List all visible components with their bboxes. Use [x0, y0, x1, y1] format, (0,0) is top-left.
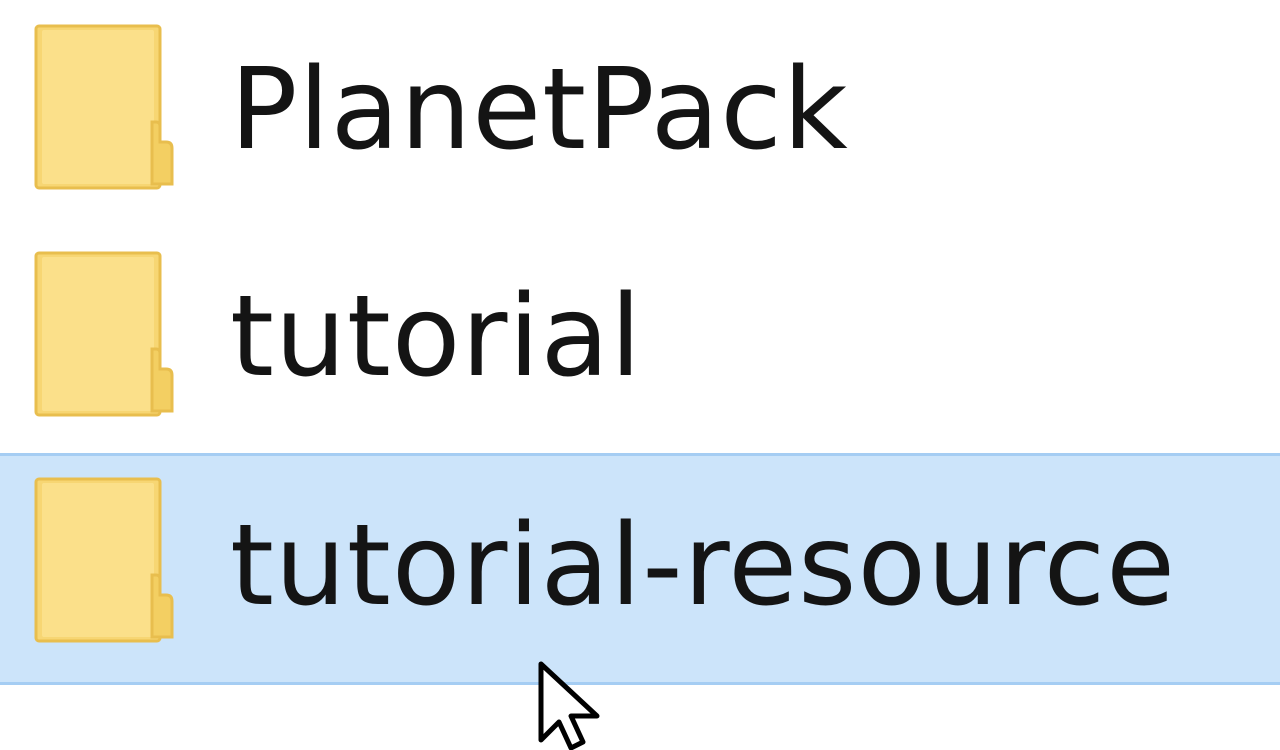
- folder-icon: [34, 249, 176, 419]
- folder-name: tutorial: [230, 272, 643, 402]
- folder-icon: [34, 475, 176, 645]
- folder-name: tutorial-resource: [230, 501, 1177, 631]
- file-list: PlanetPack tutorial tutorial-resource: [0, 0, 1280, 750]
- folder-item-planetpack[interactable]: PlanetPack: [0, 0, 1280, 225]
- folder-icon: [34, 22, 176, 192]
- mouse-pointer-icon: [535, 660, 605, 750]
- folder-item-tutorial-resource[interactable]: tutorial-resource: [0, 453, 1280, 685]
- folder-name: PlanetPack: [230, 45, 849, 175]
- folder-item-tutorial[interactable]: tutorial: [0, 225, 1280, 453]
